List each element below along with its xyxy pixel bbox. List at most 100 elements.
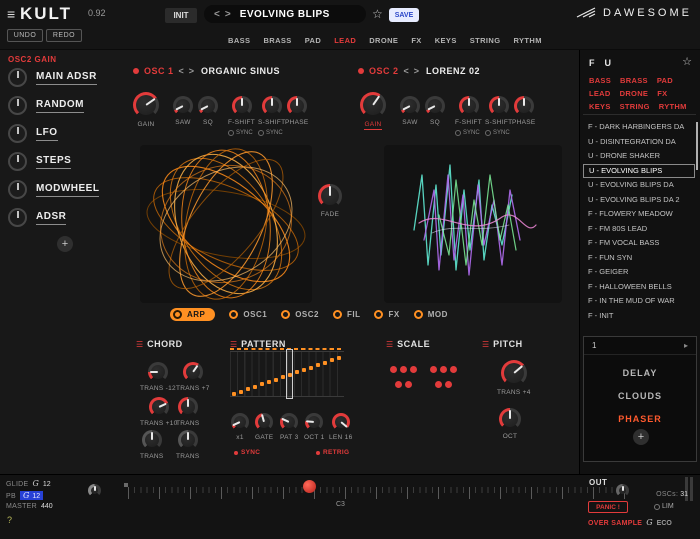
pb-value-highlight[interactable]: G 12 xyxy=(20,491,43,500)
preset-item[interactable]: F - HALLOWEEN BELLS xyxy=(583,280,695,295)
pattern-sync-toggle[interactable]: SYNC xyxy=(234,449,260,456)
osc2-saw-knob[interactable]: SAW xyxy=(400,96,420,126)
osc1-fshift-sync-toggle[interactable]: SYNC xyxy=(228,130,253,136)
pattern-step-dot[interactable] xyxy=(337,356,341,360)
preset-prev-icon[interactable]: < xyxy=(214,9,220,20)
osc1-sshift-sync-toggle[interactable]: SYNC xyxy=(258,130,283,136)
preset-list-scrollbar[interactable] xyxy=(696,122,698,170)
pattern-len-knob[interactable]: LEN 16 xyxy=(329,413,352,441)
scale-dot[interactable] xyxy=(400,366,407,373)
preset-item[interactable]: F - FUN SYN xyxy=(583,251,695,266)
pattern-step-dot[interactable] xyxy=(330,358,334,362)
osc2-sshift-knob[interactable]: S-SHIFT xyxy=(485,96,512,126)
footer-left-dial[interactable] xyxy=(88,484,101,497)
preset-item[interactable]: U - DRONE SHAKER xyxy=(583,149,695,164)
fade-knob[interactable]: FADE xyxy=(318,184,342,218)
scale-dot[interactable] xyxy=(430,366,437,373)
scale-dots[interactable] xyxy=(390,366,470,392)
chord-trans3-knob[interactable]: TRANS +10 xyxy=(140,397,178,427)
category-tab-brass[interactable]: BRASS xyxy=(263,36,291,45)
preset-item[interactable]: U - EVOLVING BLIPS DA 2 xyxy=(583,193,695,208)
category-tab-drone[interactable]: DRONE xyxy=(369,36,398,45)
tab-osc1[interactable]: OSC1 xyxy=(229,310,267,319)
category-tab-bass[interactable]: BASS xyxy=(228,36,250,45)
preset-item[interactable]: F - FM VOCAL BASS xyxy=(583,236,695,251)
category-tab-rythm[interactable]: RYTHM xyxy=(513,36,541,45)
redo-button[interactable]: REDO xyxy=(46,29,82,42)
scale-dot[interactable] xyxy=(445,381,452,388)
pattern-step-dot[interactable] xyxy=(281,375,285,379)
category-tab-keys[interactable]: KEYS xyxy=(435,36,457,45)
osc1-fshift-knob[interactable]: F-SHIFT xyxy=(228,96,255,126)
osc2-wave-name[interactable]: LORENZ 02 xyxy=(426,66,480,76)
category-tab-lead[interactable]: LEAD xyxy=(334,36,356,45)
caret-right-icon[interactable]: ▸ xyxy=(684,341,688,350)
osc2-fshift-sync-toggle[interactable]: SYNC xyxy=(455,130,480,136)
mod-source-main-adsr[interactable]: MAIN ADSR xyxy=(8,68,97,87)
preset-item[interactable]: U - DISINTEGRATION DA xyxy=(583,135,695,150)
scale-dot[interactable] xyxy=(435,381,442,388)
scale-dot[interactable] xyxy=(440,366,447,373)
pitch-oct-knob[interactable]: OCT xyxy=(499,408,521,440)
osc1-sq-knob[interactable]: SQ xyxy=(198,96,218,126)
favorite-star-icon[interactable]: ☆ xyxy=(372,7,383,21)
mod-source-adsr[interactable]: ADSR xyxy=(8,208,66,227)
oversample-setting[interactable]: OVER SAMPLE G ECO xyxy=(588,518,672,527)
scale-dot[interactable] xyxy=(405,381,412,388)
pattern-step-dot[interactable] xyxy=(316,363,320,367)
osc2-sq-knob[interactable]: SQ xyxy=(425,96,445,126)
browser-category-rythm[interactable]: RYTHM xyxy=(659,102,687,111)
osc1-prev-wave-icon[interactable]: < xyxy=(179,66,184,76)
fx-slot-clouds[interactable]: CLOUDS xyxy=(584,391,696,401)
category-tab-fx[interactable]: FX xyxy=(411,36,421,45)
preset-item[interactable]: U - EVOLVING BLIPS xyxy=(583,164,695,179)
pattern-step-dot[interactable] xyxy=(295,370,299,374)
browser-category-pad[interactable]: PAD xyxy=(657,76,673,85)
fx-slot-delay[interactable]: DELAY xyxy=(584,368,696,378)
pattern-retrig-toggle[interactable]: RETRIG xyxy=(316,449,349,456)
osc1-sshift-knob[interactable]: S-SHIFT xyxy=(258,96,285,126)
panic-button[interactable]: PANIC ! xyxy=(588,501,628,513)
tab-fil[interactable]: FIL xyxy=(333,310,361,319)
tab-osc2[interactable]: OSC2 xyxy=(281,310,319,319)
browser-category-lead[interactable]: LEAD xyxy=(589,89,611,98)
pattern-pat-knob[interactable]: PAT 3 xyxy=(280,413,298,441)
browser-category-bass[interactable]: BASS xyxy=(589,76,611,85)
mod-source-random[interactable]: RANDOM xyxy=(8,96,84,115)
master-tune-setting[interactable]: MASTER 440 xyxy=(6,503,53,510)
chord-trans2-knob[interactable]: TRANS +7 xyxy=(176,362,210,392)
osc2-active-dot-icon[interactable] xyxy=(358,68,364,74)
init-button[interactable]: INIT xyxy=(165,8,197,23)
pattern-step-dot[interactable] xyxy=(267,380,271,384)
browser-star-icon[interactable]: ☆ xyxy=(682,55,692,68)
pitchbend-setting[interactable]: PB G 12 xyxy=(6,491,43,500)
pattern-step-grid[interactable] xyxy=(230,351,344,397)
browser-category-keys[interactable]: KEYS xyxy=(589,102,611,111)
scale-dot[interactable] xyxy=(395,381,402,388)
limiter-toggle[interactable]: LIM xyxy=(654,503,674,510)
preset-item[interactable]: F - DARK HARBINGERS DA xyxy=(583,120,695,135)
pattern-step-dot[interactable] xyxy=(239,390,243,394)
category-tab-pad[interactable]: PAD xyxy=(305,36,321,45)
tab-mod[interactable]: MOD xyxy=(414,310,448,319)
add-fx-button[interactable]: + xyxy=(633,429,649,445)
browser-category-drone[interactable]: DRONE xyxy=(620,89,649,98)
fx-slot-number[interactable]: 1 xyxy=(592,341,596,350)
help-button[interactable]: ? xyxy=(7,515,12,525)
pitch-trans-knob[interactable]: TRANS +4 xyxy=(497,360,531,396)
pattern-step-dot[interactable] xyxy=(274,378,278,382)
keyboard-ruler[interactable] xyxy=(128,487,626,499)
tab-fx[interactable]: FX xyxy=(374,310,399,319)
save-button[interactable]: SAVE xyxy=(389,8,419,22)
pattern-step-dot[interactable] xyxy=(253,385,257,389)
osc1-next-wave-icon[interactable]: > xyxy=(189,66,194,76)
pattern-rate-knob[interactable]: x1 xyxy=(231,413,249,441)
browser-category-brass[interactable]: BRASS xyxy=(620,76,648,85)
osc2-fshift-knob[interactable]: F-SHIFT xyxy=(455,96,482,126)
pattern-gate-knob[interactable]: GATE xyxy=(255,413,273,441)
glide-setting[interactable]: GLIDE G 12 xyxy=(6,479,51,488)
preset-item[interactable]: F - INIT xyxy=(583,309,695,324)
scale-dot[interactable] xyxy=(390,366,397,373)
pattern-step-dot[interactable] xyxy=(246,387,250,391)
osc1-phase-knob[interactable]: PHASE xyxy=(285,96,309,126)
